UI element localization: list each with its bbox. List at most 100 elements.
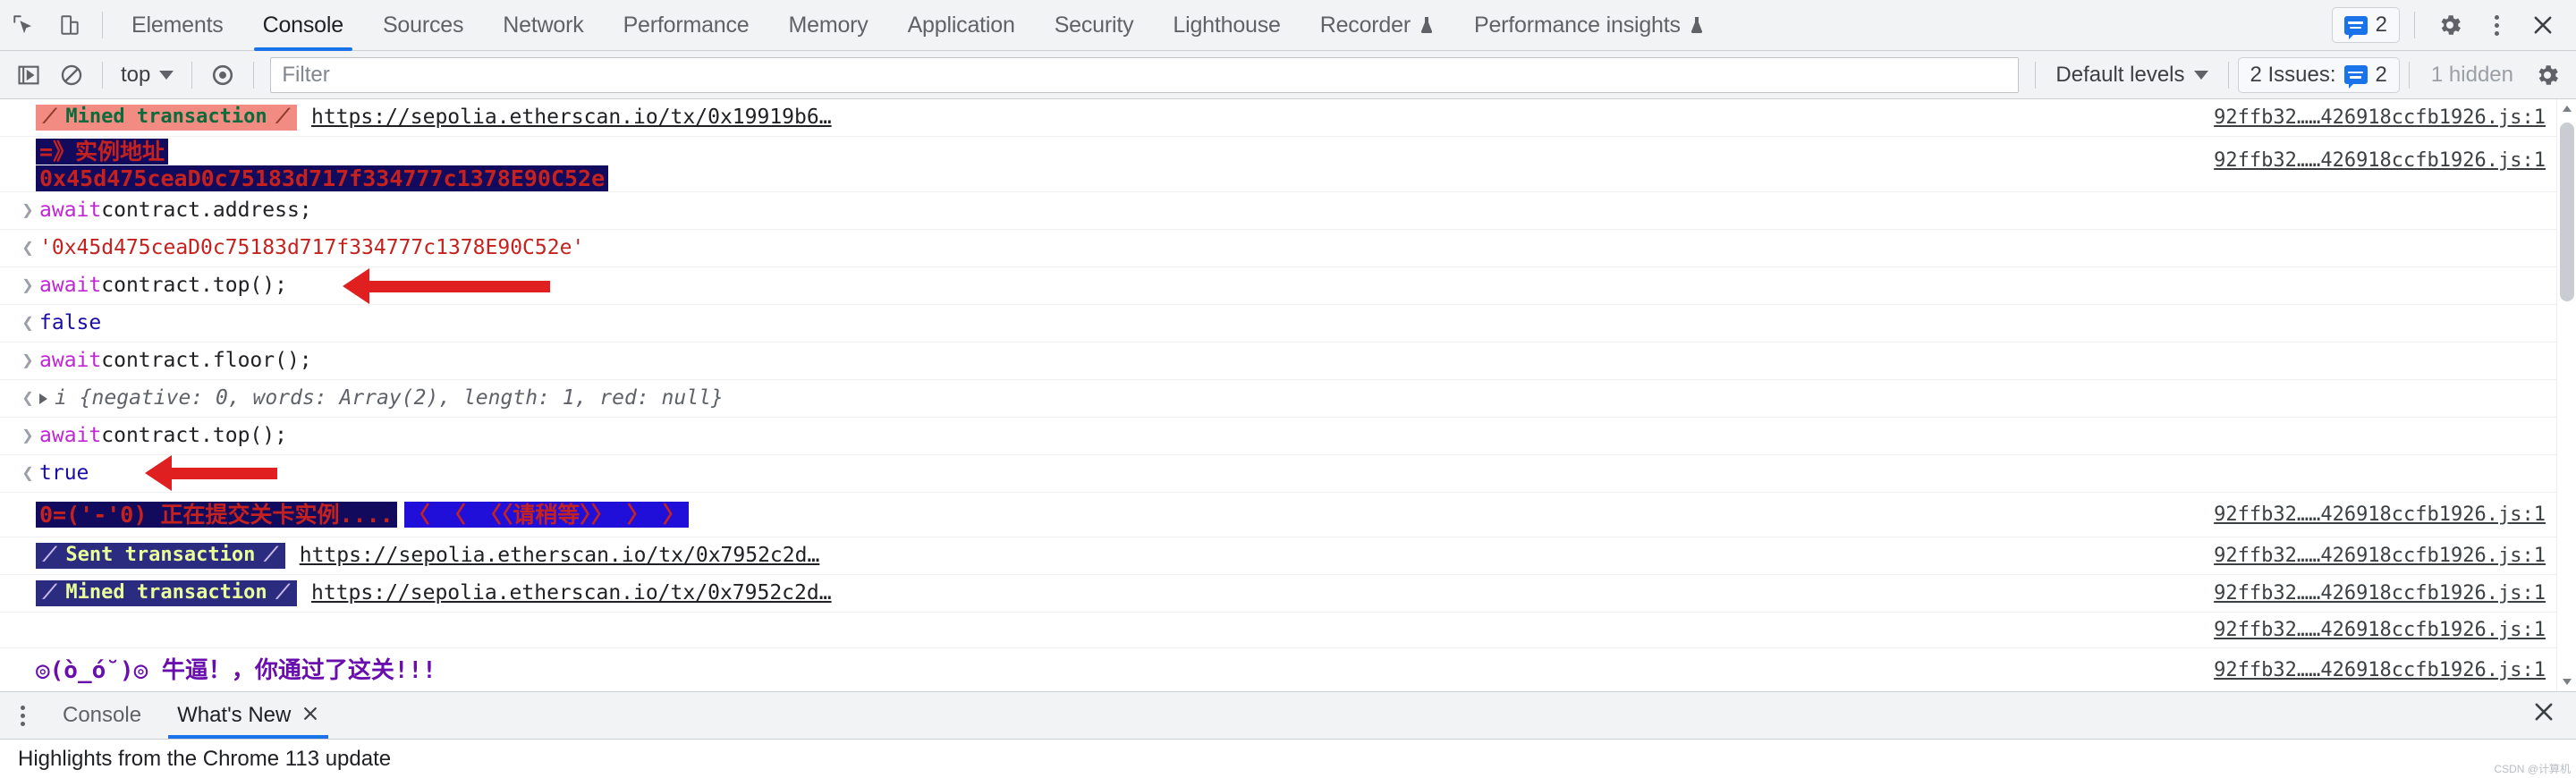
tab-lighthouse[interactable]: Lighthouse	[1153, 0, 1300, 51]
drawer-more-icon[interactable]	[0, 693, 45, 738]
tab-performance[interactable]: Performance	[604, 0, 769, 51]
tab-elements[interactable]: Elements	[112, 0, 243, 51]
js-keyword: await	[39, 274, 102, 297]
right-mark-icon: ⟋	[264, 544, 278, 566]
issues-count: 2	[2375, 13, 2387, 37]
live-expression-icon[interactable]	[201, 54, 244, 97]
input-chevron-icon: ❯	[21, 274, 34, 297]
source-link[interactable]: 92ffb32……426918ccfb1926.js:1	[2214, 107, 2546, 128]
close-icon[interactable]	[301, 704, 319, 728]
instance-address-label: =》实例地址	[36, 139, 169, 165]
more-vertical-icon[interactable]	[2476, 4, 2517, 46]
console-scrollbar[interactable]	[2556, 99, 2576, 691]
tx-link[interactable]: https://sepolia.etherscan.io/tx/0x19919b…	[311, 107, 832, 128]
console-input-await-floor[interactable]: ❯ await contract.floor();	[0, 342, 2576, 380]
execute-snippet-icon[interactable]	[7, 54, 50, 97]
tx-link[interactable]: https://sepolia.etherscan.io/tx/0x7952c2…	[300, 545, 820, 566]
console-output-false[interactable]: ❮ false	[0, 305, 2576, 342]
tx-link[interactable]: https://sepolia.etherscan.io/tx/0x7952c2…	[311, 583, 832, 604]
whats-new-headline: Highlights from the Chrome 113 update	[18, 746, 392, 771]
drawer-close-icon[interactable]	[2531, 699, 2576, 731]
device-toolbar-icon[interactable]	[47, 2, 93, 48]
close-icon[interactable]	[2522, 4, 2563, 46]
message-body: ⟋ Mined transaction ⟋ https://sepolia.et…	[36, 105, 832, 131]
console-input-await-top-2[interactable]: ❯ await contract.top();	[0, 418, 2576, 455]
right-mark-icon: ⟋	[275, 581, 290, 604]
tab-network[interactable]: Network	[483, 0, 603, 51]
source-link[interactable]: 92ffb32……426918ccfb1926.js:1	[2214, 504, 2546, 525]
message-body: =》实例地址 0x45d475ceaD0c75183d717f334777c13…	[36, 139, 609, 191]
issue-speech-icon	[2343, 65, 2368, 89]
status-badge-mined: ⟋ Mined transaction ⟋	[36, 580, 297, 606]
console-output-address-string[interactable]: ❮ '0x45d475ceaD0c75183d717f334777c1378E9…	[0, 230, 2576, 267]
panel-tabs: Elements Console Sources Network Perform…	[112, 0, 1724, 51]
badge-label: Mined transaction	[65, 106, 267, 128]
gear-icon[interactable]	[2429, 4, 2470, 46]
console-settings-gear-icon[interactable]	[2526, 54, 2569, 97]
message-body: false	[39, 313, 101, 334]
toolbar-divider	[2035, 61, 2037, 89]
please-wait-text: 〈 〈 〈〈请稍等〉〉 〉 〉	[403, 502, 689, 528]
console-output-bignumber-object[interactable]: ❮ i {negative: 0, words: Array(2), lengt…	[0, 380, 2576, 418]
js-expression: contract.top();	[101, 274, 287, 297]
log-levels-dropdown[interactable]: Default levels	[2045, 56, 2218, 94]
console-message-sent-transaction[interactable]: ⟋ Sent transaction ⟋ https://sepolia.eth…	[0, 537, 2576, 575]
toolbar-divider	[191, 61, 193, 89]
scrollbar-thumb[interactable]	[2560, 123, 2574, 301]
js-expression: contract.top();	[101, 424, 287, 447]
tab-application[interactable]: Application	[888, 0, 1035, 51]
console-output-true[interactable]: ❮ true	[0, 455, 2576, 493]
source-link[interactable]: 92ffb32……426918ccfb1926.js:1	[2214, 583, 2546, 604]
tab-memory[interactable]: Memory	[768, 0, 887, 51]
tab-performance-insights[interactable]: Performance insights	[1454, 0, 1724, 51]
tab-label: Network	[503, 12, 584, 38]
console-input-await-top-1[interactable]: ❯ await contract.top();	[0, 267, 2576, 305]
console-issues-button[interactable]: 2 Issues: 2	[2237, 56, 2400, 93]
watermark: CSDN @计算机	[2494, 763, 2571, 775]
execution-context-selector[interactable]: top	[112, 56, 182, 94]
source-link[interactable]: 92ffb32……426918ccfb1926.js:1	[2214, 620, 2546, 640]
left-mark-icon: ⟋	[43, 581, 57, 604]
inspect-element-icon[interactable]	[0, 2, 47, 48]
tab-recorder[interactable]: Recorder	[1301, 0, 1454, 51]
scroll-down-arrow-icon[interactable]	[2557, 672, 2576, 691]
console-message-mined-transaction-2[interactable]: ⟋ Mined transaction ⟋ https://sepolia.et…	[0, 575, 2576, 613]
source-link[interactable]: 92ffb32……426918ccfb1926.js:1	[2214, 151, 2546, 171]
tab-console[interactable]: Console	[243, 0, 363, 51]
console-message-congratulations[interactable]: ◎(ò_ó˘)◎ 牛逼！，你通过了这关!!! 92ffb32……426918cc…	[0, 648, 2576, 691]
clear-console-icon[interactable]	[50, 54, 93, 97]
console-message-blank[interactable]: 92ffb32……426918ccfb1926.js:1	[0, 613, 2576, 648]
source-link[interactable]: 92ffb32……426918ccfb1926.js:1	[2214, 660, 2546, 681]
log-levels-label: Default levels	[2055, 62, 2185, 87]
js-expression: contract.address;	[101, 199, 312, 222]
output-chevron-icon: ❮	[21, 386, 34, 410]
console-message-submitting[interactable]: 0=('-'0) 正在提交关卡实例.... 〈 〈 〈〈请稍等〉〉 〉 〉 92…	[0, 493, 2576, 537]
filter-input[interactable]	[270, 56, 2020, 93]
tab-sources[interactable]: Sources	[363, 0, 483, 51]
left-mark-icon: ⟋	[43, 106, 57, 128]
js-keyword: await	[39, 424, 102, 447]
expand-triangle-icon[interactable]	[39, 393, 47, 404]
drawer-tab-whats-new[interactable]: What's New	[159, 692, 337, 739]
instance-address-value: 0x45d475ceaD0c75183d717f334777c1378E90C5…	[36, 165, 609, 191]
tab-label: Recorder	[1319, 12, 1411, 38]
badge-label: Sent transaction	[65, 544, 256, 566]
console-message-instance-address[interactable]: =》实例地址 0x45d475ceaD0c75183d717f334777c13…	[0, 137, 2576, 192]
console-input-await-address[interactable]: ❯ await contract.address;	[0, 192, 2576, 230]
toolbar-divider	[2408, 61, 2410, 89]
tab-label: Sources	[382, 12, 464, 38]
drawer-tab-console[interactable]: Console	[45, 692, 159, 739]
tab-security[interactable]: Security	[1035, 0, 1154, 51]
execution-context-label: top	[121, 62, 151, 87]
issues-counter-button[interactable]: 2	[2331, 7, 2400, 43]
source-link[interactable]: 92ffb32……426918ccfb1926.js:1	[2214, 545, 2546, 566]
tab-label: Performance	[623, 12, 750, 38]
hidden-messages-count[interactable]: 1 hidden	[2419, 63, 2526, 88]
console-message-list[interactable]: ⟋ Mined transaction ⟋ https://sepolia.et…	[0, 99, 2576, 691]
message-body: await contract.top();	[39, 426, 287, 446]
console-message-mined-transaction-1[interactable]: ⟋ Mined transaction ⟋ https://sepolia.et…	[0, 99, 2576, 137]
scroll-up-arrow-icon[interactable]	[2557, 99, 2576, 119]
console-filter-toolbar: top Default levels 2 Issues: 2 1 hidden	[0, 51, 2576, 99]
status-badge-sent: ⟋ Sent transaction ⟋	[36, 543, 285, 569]
drawer-content: Highlights from the Chrome 113 update	[0, 739, 2576, 778]
